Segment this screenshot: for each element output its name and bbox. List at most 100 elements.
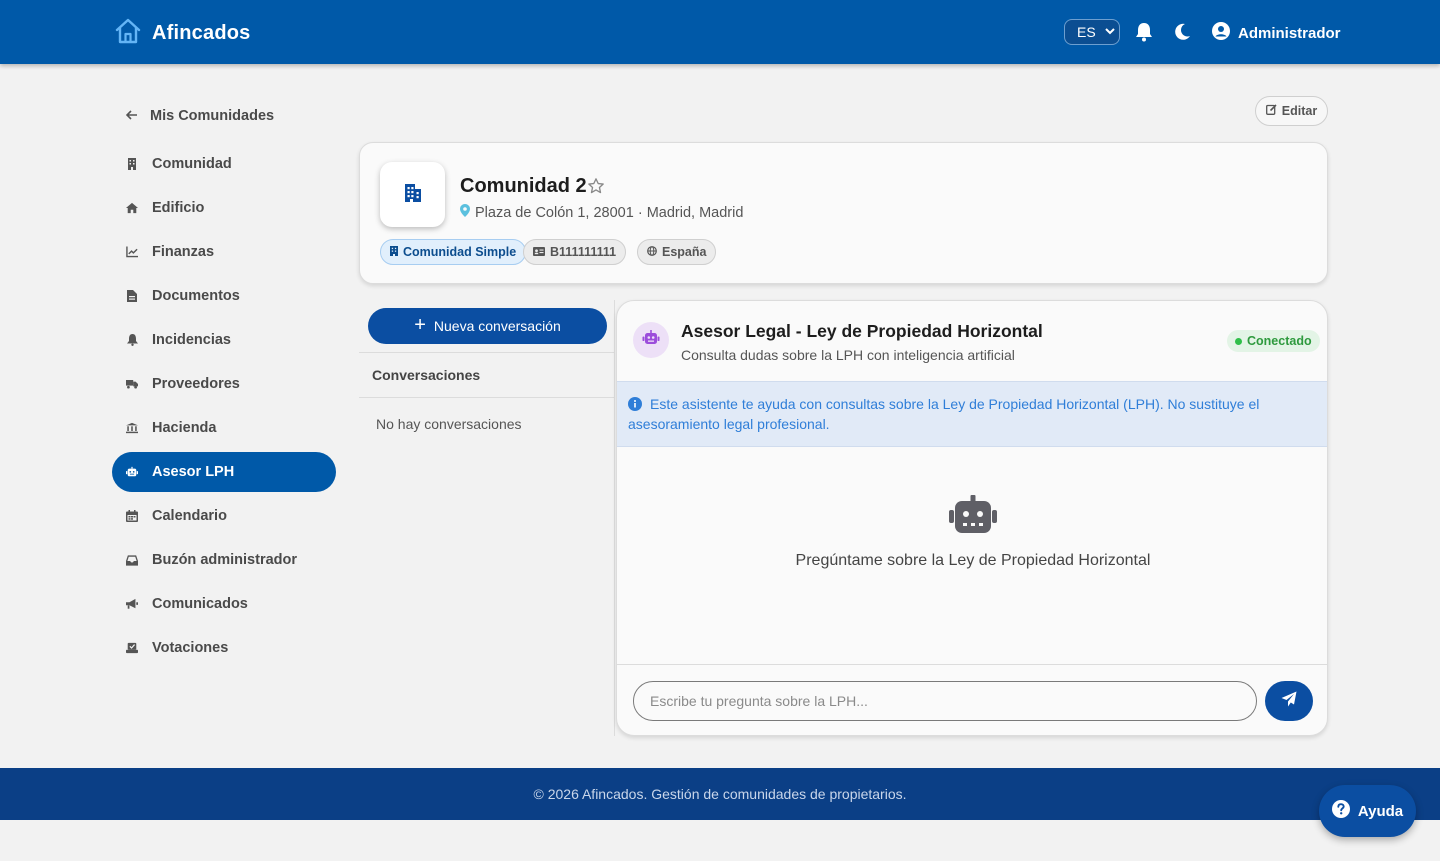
- sidebar-item-calendario[interactable]: Calendario: [112, 496, 336, 536]
- sidebar-item-label: Calendario: [152, 508, 227, 524]
- star-icon[interactable]: [587, 177, 605, 200]
- sidebar-item-proveedores[interactable]: Proveedores: [112, 364, 336, 404]
- footer-text: © 2026 Afincados. Gestión de comunidades…: [533, 786, 907, 802]
- community-logo: [380, 162, 445, 227]
- sidebar-item-label: Buzón administrador: [152, 552, 298, 568]
- home-icon: [126, 202, 138, 214]
- user-name: Administrador: [1238, 24, 1341, 42]
- status-dot: [1235, 337, 1242, 345]
- conversations-panel: + Nueva conversación Conversaciones No h…: [359, 300, 615, 736]
- plus-icon: +: [414, 314, 426, 336]
- footer: © 2026 Afincados. Gestión de comunidades…: [0, 768, 1440, 820]
- app-name: Afincados: [152, 22, 251, 44]
- sidebar-item-incidencias[interactable]: Incidencias: [112, 320, 336, 360]
- robot-icon: [949, 495, 997, 540]
- inbox-icon: [126, 554, 138, 566]
- sidebar-item-label: Documentos: [152, 288, 240, 304]
- top-bar: Afincados ES Administrador: [0, 0, 1440, 64]
- divider: [359, 352, 615, 353]
- id-card-icon: [533, 245, 545, 259]
- chat-subtitle: Consulta dudas sobre la LPH con intelige…: [681, 347, 1015, 363]
- sidebar-item-label: Edificio: [152, 200, 205, 216]
- question-circle-icon: [1331, 800, 1350, 822]
- chat-title: Asesor Legal - Ley de Propiedad Horizont…: [681, 321, 1043, 341]
- info-banner: Este asistente te ayuda con consultas so…: [617, 381, 1327, 447]
- chat-empty-prompt: Pregúntame sobre la Ley de Propiedad Hor…: [795, 552, 1151, 569]
- calendar-icon: [126, 510, 138, 522]
- edit-button[interactable]: Editar: [1255, 96, 1328, 126]
- language-select[interactable]: ES: [1064, 19, 1120, 45]
- truck-icon: [126, 378, 138, 390]
- document-icon: [126, 290, 138, 302]
- divider: [617, 664, 1327, 665]
- chat-question-input[interactable]: [633, 681, 1257, 721]
- community-cif-label: B111111111: [550, 245, 617, 259]
- user-menu[interactable]: Administrador: [1212, 22, 1341, 44]
- building-icon: [390, 245, 398, 259]
- sidebar-item-edificio[interactable]: Edificio: [112, 188, 336, 228]
- info-text: Este asistente te ayuda con consultas so…: [628, 396, 1260, 432]
- help-label: Ayuda: [1357, 802, 1404, 820]
- conversations-title: Conversaciones: [372, 367, 481, 383]
- divider: [359, 397, 615, 398]
- sidebar-item-comunidad[interactable]: Comunidad: [112, 144, 336, 184]
- paper-plane-icon: [1281, 691, 1297, 712]
- building-icon: [401, 180, 425, 209]
- status-badge: Conectado: [1227, 330, 1320, 352]
- sidebar-item-label: Comunicados: [152, 596, 248, 612]
- back-link-label: Mis Comunidades: [150, 108, 275, 124]
- sidebar-item-label: Proveedores: [152, 376, 240, 392]
- community-address-text: Plaza de Colón 1, 28001 · Madrid, Madrid: [475, 204, 744, 221]
- sidebar-item-finanzas[interactable]: Finanzas: [112, 232, 336, 272]
- community-address: Plaza de Colón 1, 28001 · Madrid, Madrid: [460, 204, 743, 221]
- brand[interactable]: Afincados: [114, 17, 250, 50]
- send-button[interactable]: [1265, 681, 1313, 721]
- community-country-badge: España: [637, 239, 717, 265]
- sidebar-item-label: Hacienda: [152, 420, 217, 436]
- building-icon: [126, 158, 138, 170]
- sidebar-item-label: Asesor LPH: [152, 464, 235, 480]
- map-pin-icon: [460, 204, 470, 221]
- sidebar-item-label: Comunidad: [152, 156, 232, 172]
- sidebar-item-hacienda[interactable]: Hacienda: [112, 408, 336, 448]
- back-to-communities-link[interactable]: Mis Comunidades: [112, 96, 336, 136]
- status-label: Conectado: [1247, 334, 1312, 348]
- robot-icon: [642, 329, 660, 351]
- help-button[interactable]: Ayuda: [1319, 785, 1416, 837]
- community-country-label: España: [662, 245, 707, 259]
- community-card: Comunidad 2 Plaza de Colón 1, 28001 · Ma…: [359, 142, 1328, 284]
- new-conversation-button[interactable]: + Nueva conversación: [368, 308, 607, 344]
- sidebar-item-asesor-lph[interactable]: Asesor LPH: [112, 452, 336, 492]
- sidebar-item-documentos[interactable]: Documentos: [112, 276, 336, 316]
- globe-icon: [647, 245, 657, 259]
- sidebar-item-label: Finanzas: [152, 244, 215, 260]
- chat-card: Asesor Legal - Ley de Propiedad Horizont…: [616, 300, 1328, 736]
- sidebar-item-votaciones[interactable]: Votaciones: [112, 628, 336, 668]
- bot-avatar: [633, 322, 669, 358]
- arrow-left-icon: [125, 108, 138, 124]
- ballot-icon: [126, 642, 138, 654]
- sidebar-item-label: Incidencias: [152, 332, 231, 348]
- bell-icon[interactable]: [1133, 21, 1155, 43]
- community-name: Comunidad 2: [460, 175, 587, 197]
- conversations-empty-text: No hay conversaciones: [376, 416, 522, 432]
- moon-icon[interactable]: [1171, 21, 1193, 43]
- sidebar: Mis Comunidades Comunidad Edificio Finan…: [112, 96, 336, 668]
- edit-icon: [1265, 104, 1277, 118]
- user-circle-icon: [1212, 22, 1230, 44]
- community-cif-badge: B111111111: [523, 239, 627, 265]
- community-type-label: Comunidad Simple: [403, 245, 517, 259]
- sidebar-item-buzon-administrador[interactable]: Buzón administrador: [112, 540, 336, 580]
- robot-icon: [126, 466, 138, 478]
- bell-icon: [126, 334, 138, 346]
- home-logo-icon: [114, 17, 142, 50]
- chart-line-icon: [126, 246, 138, 258]
- chevron-down-icon: [1104, 27, 1115, 38]
- sidebar-item-comunicados[interactable]: Comunicados: [112, 584, 336, 624]
- sidebar-item-label: Votaciones: [152, 640, 229, 656]
- new-conversation-label: Nueva conversación: [433, 318, 561, 334]
- community-type-badge: Comunidad Simple: [380, 239, 527, 265]
- megaphone-icon: [126, 598, 138, 610]
- language-value: ES: [1077, 24, 1096, 40]
- edit-label: Editar: [1281, 104, 1318, 118]
